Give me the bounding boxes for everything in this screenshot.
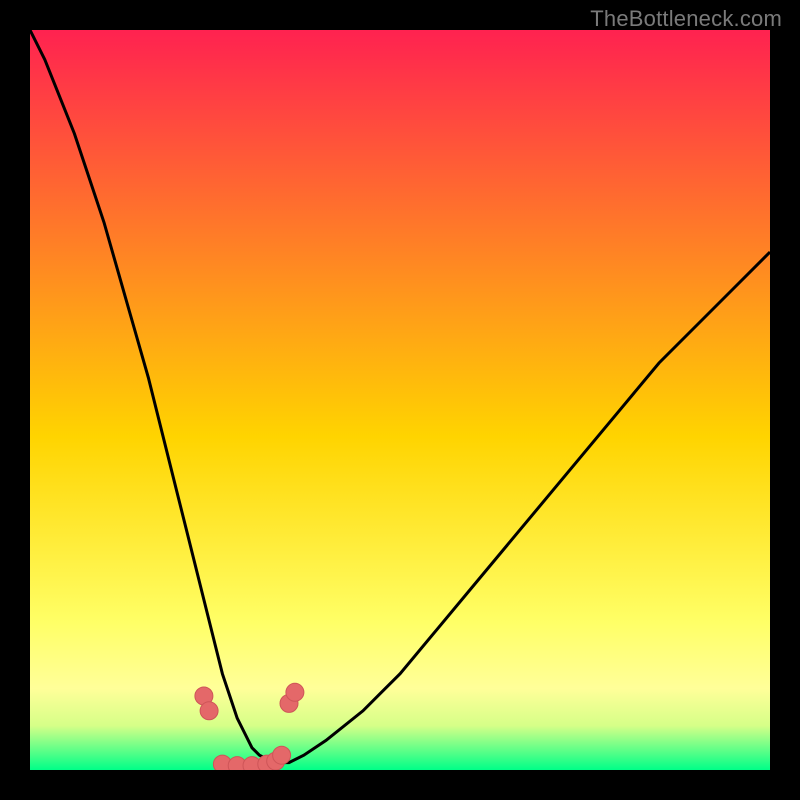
- gradient-background: [30, 30, 770, 770]
- watermark-text: TheBottleneck.com: [590, 6, 782, 32]
- chart-canvas: [30, 30, 770, 770]
- data-marker: [200, 702, 218, 720]
- plot-area: [30, 30, 770, 770]
- chart-frame: TheBottleneck.com: [0, 0, 800, 800]
- data-marker: [286, 683, 304, 701]
- data-marker: [273, 746, 291, 764]
